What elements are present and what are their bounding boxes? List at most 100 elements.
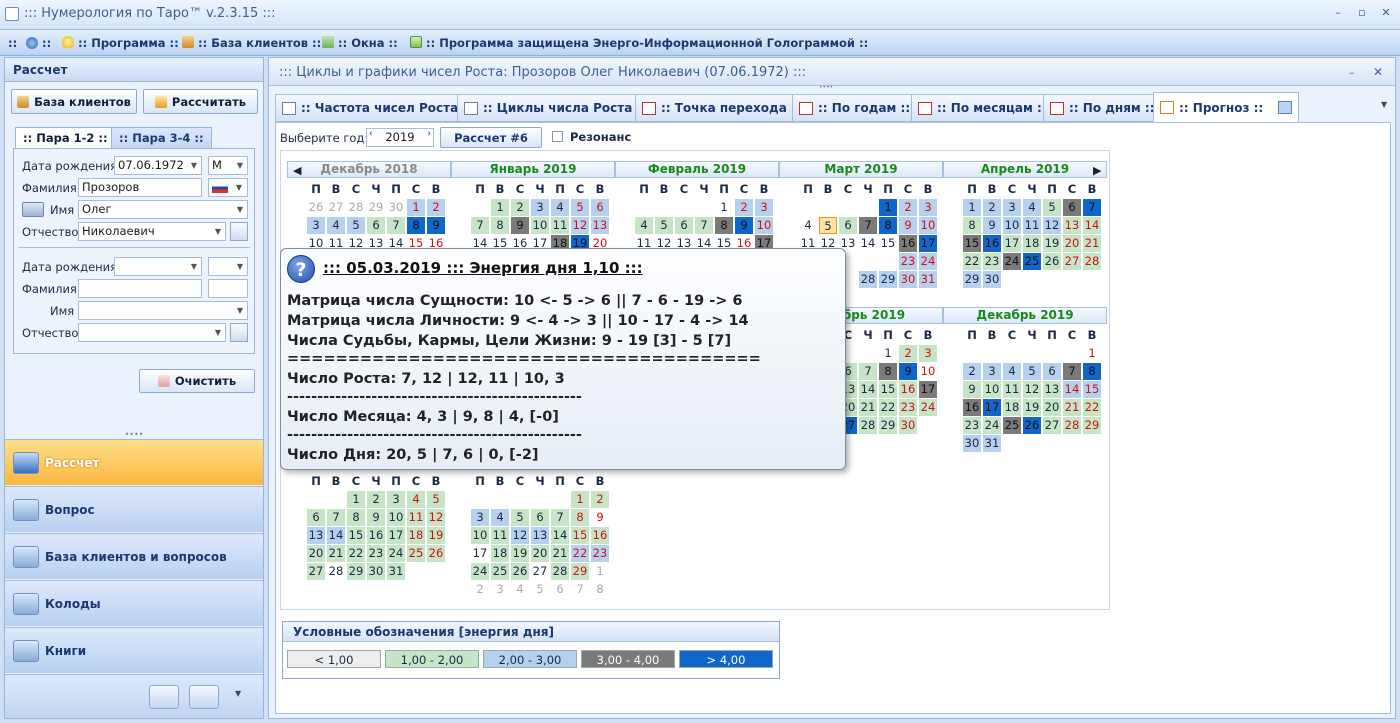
day-cell[interactable]: 17 bbox=[919, 235, 937, 252]
day-cell[interactable]: 16 bbox=[963, 399, 981, 416]
chevron-down-icon[interactable]: ▼ bbox=[232, 302, 248, 319]
day-cell[interactable]: 31 bbox=[983, 435, 1001, 452]
tab-growth-cycles[interactable]: :: Циклы числа Роста :: bbox=[457, 94, 654, 122]
day-cell[interactable]: 1 bbox=[407, 199, 425, 216]
day-cell[interactable]: 21 bbox=[1063, 399, 1081, 416]
day-cell[interactable]: 12 bbox=[1023, 381, 1041, 398]
settings-icon[interactable] bbox=[149, 685, 179, 709]
day-cell[interactable]: 27 bbox=[307, 563, 325, 580]
day-cell[interactable]: 1 bbox=[571, 491, 589, 508]
tab-transition-point[interactable]: :: Точка перехода :: bbox=[635, 94, 808, 122]
day-cell[interactable]: 10 bbox=[919, 363, 937, 380]
day-cell[interactable]: 9 bbox=[899, 217, 917, 234]
day-cell[interactable]: 15 bbox=[879, 381, 897, 398]
day-cell[interactable]: 3 bbox=[491, 581, 509, 598]
day-cell[interactable]: 10 bbox=[755, 217, 773, 234]
day-cell[interactable]: 1 bbox=[491, 199, 509, 216]
surname-field[interactable]: Прозоров bbox=[78, 178, 202, 197]
chevron-down-icon[interactable]: ▼ bbox=[186, 258, 202, 275]
tab-pair-3-4[interactable]: :: Пара 3-4 :: bbox=[111, 127, 212, 148]
day-cell[interactable]: 15 bbox=[1083, 381, 1101, 398]
day-cell[interactable]: 1 bbox=[879, 345, 897, 362]
day-cell[interactable]: 3 bbox=[387, 491, 405, 508]
day-cell[interactable]: 22 bbox=[347, 545, 365, 562]
day-cell[interactable]: 28 bbox=[327, 563, 345, 580]
day-cell[interactable]: 5 bbox=[427, 491, 445, 508]
day-cell[interactable]: 4 bbox=[511, 581, 529, 598]
day-cell[interactable]: 28 bbox=[347, 199, 365, 216]
day-cell[interactable]: 2 bbox=[735, 199, 753, 216]
day-cell[interactable]: 1 bbox=[879, 199, 897, 216]
day-cell[interactable]: 7 bbox=[387, 217, 405, 234]
chevron-down-icon[interactable]: ▼ bbox=[210, 324, 226, 341]
day-cell[interactable]: 28 bbox=[1083, 253, 1101, 270]
restore-button[interactable]: ▫ bbox=[1354, 6, 1370, 20]
tab-by-months[interactable]: :: По месяцам :: bbox=[911, 94, 1054, 122]
day-cell[interactable]: 7 bbox=[859, 217, 877, 234]
day-cell[interactable]: 10 bbox=[471, 527, 489, 544]
day-cell[interactable]: 14 bbox=[327, 527, 345, 544]
nav-calculation[interactable]: Рассчет bbox=[5, 439, 263, 485]
day-cell[interactable]: 26 bbox=[427, 545, 445, 562]
day-cell[interactable]: 3 bbox=[307, 217, 325, 234]
minimize-button[interactable]: – bbox=[1330, 6, 1346, 20]
day-cell[interactable]: 11 bbox=[491, 527, 509, 544]
day-cell[interactable]: 19 bbox=[427, 527, 445, 544]
day-cell[interactable]: 25 bbox=[1023, 253, 1041, 270]
day-cell[interactable]: 9 bbox=[735, 217, 753, 234]
day-cell[interactable]: 28 bbox=[1063, 417, 1081, 434]
day-cell[interactable]: 10 bbox=[531, 217, 549, 234]
menu-clients[interactable]: :: База клиентов :: bbox=[198, 36, 321, 50]
day-cell[interactable]: 25 bbox=[1003, 417, 1021, 434]
day-cell[interactable]: 17 bbox=[983, 399, 1001, 416]
name-field[interactable]: Олег bbox=[78, 200, 248, 219]
day-cell[interactable]: 2 bbox=[471, 581, 489, 598]
day-cell[interactable]: 11 bbox=[1023, 217, 1041, 234]
day-cell[interactable]: 9 bbox=[591, 509, 609, 526]
day-cell[interactable]: 20 bbox=[1043, 399, 1061, 416]
day-cell[interactable]: 30 bbox=[387, 199, 405, 216]
day-cell[interactable]: 21 bbox=[1083, 235, 1101, 252]
day-cell[interactable]: 27 bbox=[1043, 417, 1061, 434]
day-cell[interactable]: 17 bbox=[387, 527, 405, 544]
day-cell[interactable]: 2 bbox=[427, 199, 445, 216]
day-cell[interactable]: 9 bbox=[427, 217, 445, 234]
day-cell[interactable]: 15 bbox=[963, 235, 981, 252]
day-cell[interactable]: 16 bbox=[899, 235, 917, 252]
day-cell[interactable]: 2 bbox=[511, 199, 529, 216]
day-cell[interactable]: 14 bbox=[859, 381, 877, 398]
language-select[interactable]: ▼ bbox=[208, 178, 248, 197]
day-cell[interactable]: 1 bbox=[1083, 345, 1101, 362]
close-icon[interactable]: ✕ bbox=[1373, 65, 1383, 79]
day-cell[interactable]: 31 bbox=[919, 271, 937, 288]
calculate-button[interactable]: Рассчитать bbox=[143, 89, 258, 114]
day-cell[interactable]: 4 bbox=[1023, 199, 1041, 216]
menu-windows[interactable]: :: Окна :: bbox=[338, 36, 398, 50]
day-cell[interactable]: 2 bbox=[983, 199, 1001, 216]
day-cell[interactable]: 16 bbox=[983, 235, 1001, 252]
save-icon[interactable] bbox=[230, 222, 248, 241]
day-cell[interactable]: 8 bbox=[347, 509, 365, 526]
day-cell[interactable]: 5 bbox=[1043, 199, 1061, 216]
year-spinner[interactable]: ‹ 2019 › bbox=[366, 128, 434, 147]
day-cell[interactable]: 2 bbox=[963, 363, 981, 380]
day-cell[interactable]: 5 bbox=[1023, 363, 1041, 380]
day-cell[interactable]: 6 bbox=[551, 581, 569, 598]
day-cell[interactable]: 5 bbox=[819, 217, 837, 234]
day-cell[interactable]: 2 bbox=[591, 491, 609, 508]
day-cell[interactable]: 6 bbox=[591, 199, 609, 216]
day-cell[interactable]: 10 bbox=[1003, 217, 1021, 234]
day-cell[interactable]: 27 bbox=[1063, 253, 1081, 270]
day-cell[interactable]: 13 bbox=[591, 217, 609, 234]
day-cell[interactable]: 3 bbox=[755, 199, 773, 216]
chevron-down-icon[interactable]: ▼ bbox=[235, 689, 241, 698]
day-cell[interactable]: 30 bbox=[367, 563, 385, 580]
day-cell[interactable]: 8 bbox=[715, 217, 733, 234]
day-cell[interactable]: 8 bbox=[491, 217, 509, 234]
day-cell[interactable]: 9 bbox=[963, 381, 981, 398]
day-cell[interactable]: 4 bbox=[799, 217, 817, 234]
day-cell[interactable]: 24 bbox=[1003, 253, 1021, 270]
tab-pair-1-2[interactable]: :: Пара 1-2 :: bbox=[15, 127, 116, 148]
day-cell[interactable]: 11 bbox=[407, 509, 425, 526]
day-cell[interactable]: 7 bbox=[1063, 363, 1081, 380]
